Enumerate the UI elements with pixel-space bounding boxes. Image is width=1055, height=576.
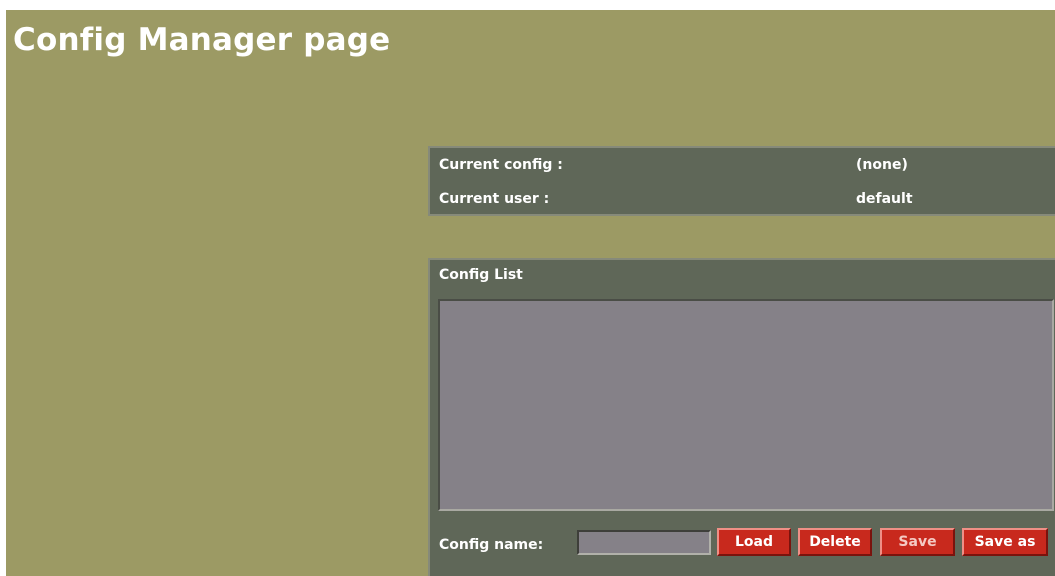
current-info-panel: Current config : (none) Current user : d… — [428, 146, 1055, 216]
current-user-label: Current user : — [439, 191, 550, 207]
current-user-value: default — [856, 191, 913, 207]
config-name-input[interactable] — [577, 530, 711, 555]
current-config-label: Current config : — [439, 157, 563, 173]
config-name-label: Config name: — [439, 537, 544, 553]
config-manager-page: Config Manager page Current config : (no… — [6, 10, 1055, 576]
config-list-panel: Config List Config name: Load Delete Sav… — [428, 258, 1055, 576]
load-button[interactable]: Load — [717, 528, 791, 556]
config-list-title: Config List — [439, 267, 523, 283]
config-list-box[interactable] — [438, 299, 1054, 511]
save-button[interactable]: Save — [880, 528, 955, 556]
delete-button[interactable]: Delete — [798, 528, 872, 556]
page-title: Config Manager page — [13, 22, 391, 58]
save-as-button[interactable]: Save as — [962, 528, 1048, 556]
current-config-value: (none) — [856, 157, 908, 173]
